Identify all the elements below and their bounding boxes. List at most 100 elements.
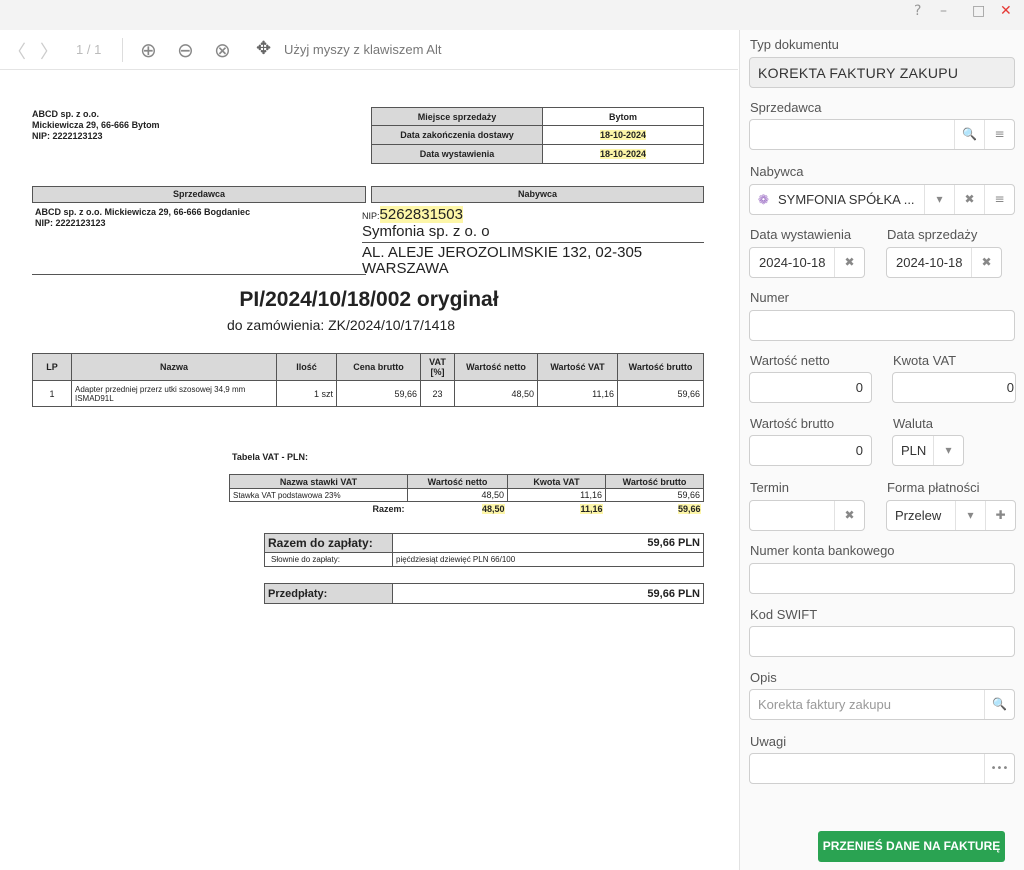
table-row: Razem: 48,50 11,16 59,66 <box>230 502 704 516</box>
viewer-toolbar: 〈 〉 1 / 1 ⊕ ⊖ ⊗ ✥ Użyj myszy z klawiszem… <box>0 30 738 70</box>
list-icon[interactable]: ≡ <box>984 120 1014 149</box>
search-icon[interactable]: 🔍 <box>984 690 1014 719</box>
column-header: Wartość netto <box>454 353 538 381</box>
notes-input[interactable]: ••• <box>749 753 1015 784</box>
vat-row-net: 48,50 <box>407 488 508 502</box>
sale-date-field[interactable]: 2024-10-18 ✖ <box>886 247 1002 278</box>
vat-table: Nazwa stawki VAT Wartość netto Kwota VAT… <box>229 474 704 516</box>
help-icon[interactable]: ? <box>914 3 921 19</box>
toolbar-divider <box>122 38 123 62</box>
items-table: LP Nazwa Ilość Cena brutto VAT [%] Warto… <box>32 353 704 407</box>
item-vat-rate: 23 <box>420 380 455 407</box>
to-pay-table: Razem do zapłaty: 59,66 PLN Słownie do z… <box>264 533 704 567</box>
sale-date-value: 2024-10-18 <box>896 255 963 270</box>
net-label: Wartość netto <box>750 353 830 368</box>
document-viewer: 〈 〉 1 / 1 ⊕ ⊖ ⊗ ✥ Użyj myszy z klawiszem… <box>0 30 738 870</box>
transfer-to-invoice-button[interactable]: PRZENIEŚ DANE NA FAKTURĘ <box>818 831 1005 862</box>
to-pay-words: pięćdziesiąt dziewięć PLN 66/100 <box>392 552 704 567</box>
clear-icon[interactable]: ✖ <box>954 185 984 214</box>
due-label: Termin <box>750 480 790 495</box>
maximize-icon[interactable]: □ <box>972 3 985 19</box>
column-header: Ilość <box>276 353 337 381</box>
currency-label: Waluta <box>893 416 933 431</box>
chevron-down-icon[interactable]: ▾ <box>955 501 985 530</box>
contractor-icon: ❁ <box>758 192 769 207</box>
swift-label: Kod SWIFT <box>750 607 818 622</box>
due-date-field[interactable]: ✖ <box>749 500 865 531</box>
issue-date-value: 2024-10-18 <box>759 255 826 270</box>
vat-row-gross: 59,66 <box>605 488 704 502</box>
column-header: Wartość brutto <box>605 474 704 489</box>
description-input[interactable]: Korekta faktury zakupu 🔍 <box>749 689 1015 720</box>
chevron-down-icon[interactable]: ▾ <box>933 436 963 465</box>
issue-date-field[interactable]: 2024-10-18 ✖ <box>749 247 865 278</box>
issue-date-label: Data wystawienia <box>750 227 852 242</box>
zoom-out-icon[interactable]: ⊖ <box>177 38 194 62</box>
chevron-down-icon[interactable]: ▾ <box>924 185 954 214</box>
next-page-icon[interactable]: 〉 <box>40 38 58 64</box>
clear-icon[interactable]: ✖ <box>834 501 864 530</box>
column-header: VAT [%] <box>420 353 455 381</box>
buyer-address-line: WARSZAWA <box>362 260 449 277</box>
prepayments-label: Przedpłaty: <box>264 583 393 604</box>
seller-address: Mickiewicza 29, 66-666 Bytom <box>32 120 160 130</box>
gross-value: 0 <box>855 443 863 458</box>
more-icon[interactable]: ••• <box>984 754 1014 783</box>
payment-form-select[interactable]: Przelew ▾ ✚ <box>886 500 1016 531</box>
clear-icon[interactable]: ✖ <box>834 248 864 277</box>
to-pay-label: Razem do zapłaty: <box>264 533 393 553</box>
buyer-divider <box>362 242 704 243</box>
close-icon[interactable]: ✕ <box>1000 3 1012 19</box>
title-bar: ? – □ ✕ <box>0 0 1024 30</box>
previous-page-icon[interactable]: 〈 <box>8 38 26 64</box>
pan-hint: Użyj myszy z klawiszem Alt <box>284 42 442 57</box>
pan-icon[interactable]: ✥ <box>256 38 271 59</box>
number-input[interactable] <box>749 310 1015 341</box>
meta-label: Data wystawienia <box>371 144 543 164</box>
item-gross: 59,66 <box>617 380 704 407</box>
seller-box: ABCD sp. z o.o. Mickiewicza 29, 66-666 B… <box>35 207 250 229</box>
buyer-field[interactable]: ❁ SYMFONIA SPÓŁKA ... ▾ ✖ ≡ <box>749 184 1015 215</box>
page-indicator: 1 / 1 <box>76 42 102 57</box>
seller-box-title: Sprzedawca <box>32 186 366 203</box>
gross-input[interactable]: 0 <box>749 435 872 466</box>
doc-type-field: KOREKTA FAKTURY ZAKUPU <box>749 57 1015 88</box>
buyer-address: AL. ALEJE JEROZOLIMSKIE 132, 02-305 WARS… <box>362 245 642 277</box>
search-icon[interactable]: 🔍 <box>954 120 984 149</box>
swift-input[interactable] <box>749 626 1015 657</box>
add-icon[interactable]: ✚ <box>985 501 1015 530</box>
prepayments-value: 59,66 PLN <box>392 583 704 604</box>
column-header: Cena brutto <box>336 353 421 381</box>
zoom-reset-icon[interactable]: ⊗ <box>214 38 231 62</box>
gross-label: Wartość brutto <box>750 416 835 431</box>
table-row: Stawka VAT podstawowa 23% 48,50 11,16 59… <box>229 488 704 502</box>
seller-box-line: NIP: 2222123123 <box>35 218 106 228</box>
item-price-gross: 59,66 <box>336 380 421 407</box>
vat-value: 0 <box>1006 380 1014 395</box>
order-reference: do zamówienia: ZK/2024/10/17/1418 <box>226 317 456 333</box>
seller-nip: NIP: 2222123123 <box>32 131 103 141</box>
currency-select[interactable]: PLN ▾ <box>892 435 964 466</box>
vat-input[interactable]: 0 <box>892 372 1016 403</box>
clear-icon[interactable]: ✖ <box>971 248 1001 277</box>
prepayments-table: Przedpłaty: 59,66 PLN <box>264 583 704 604</box>
notes-label: Uwagi <box>750 734 787 749</box>
column-header: Wartość brutto <box>617 353 704 381</box>
zoom-in-icon[interactable]: ⊕ <box>140 38 157 62</box>
minimize-icon[interactable]: – <box>940 3 947 19</box>
column-header: Nazwa stawki VAT <box>229 474 408 489</box>
net-input[interactable]: 0 <box>749 372 872 403</box>
column-header: LP <box>32 353 72 381</box>
table-row: 1 Adapter przedniej przerz utki szosowej… <box>32 380 704 407</box>
doc-type-value: KOREKTA FAKTURY ZAKUPU <box>758 65 959 81</box>
invoice-number: PI/2024/10/18/002 oryginał <box>239 288 499 311</box>
net-value: 0 <box>855 380 863 395</box>
payment-form-label: Forma płatności <box>887 480 980 495</box>
seller-field[interactable]: 🔍 ≡ <box>749 119 1015 150</box>
item-qty: 1 szt <box>276 380 337 407</box>
description-placeholder: Korekta faktury zakupu <box>758 697 891 712</box>
list-icon[interactable]: ≡ <box>984 185 1014 214</box>
buyer-nip-label: NIP: <box>362 211 380 221</box>
bank-account-input[interactable] <box>749 563 1015 594</box>
buyer-name: Symfonia sp. z o. o <box>362 223 490 240</box>
